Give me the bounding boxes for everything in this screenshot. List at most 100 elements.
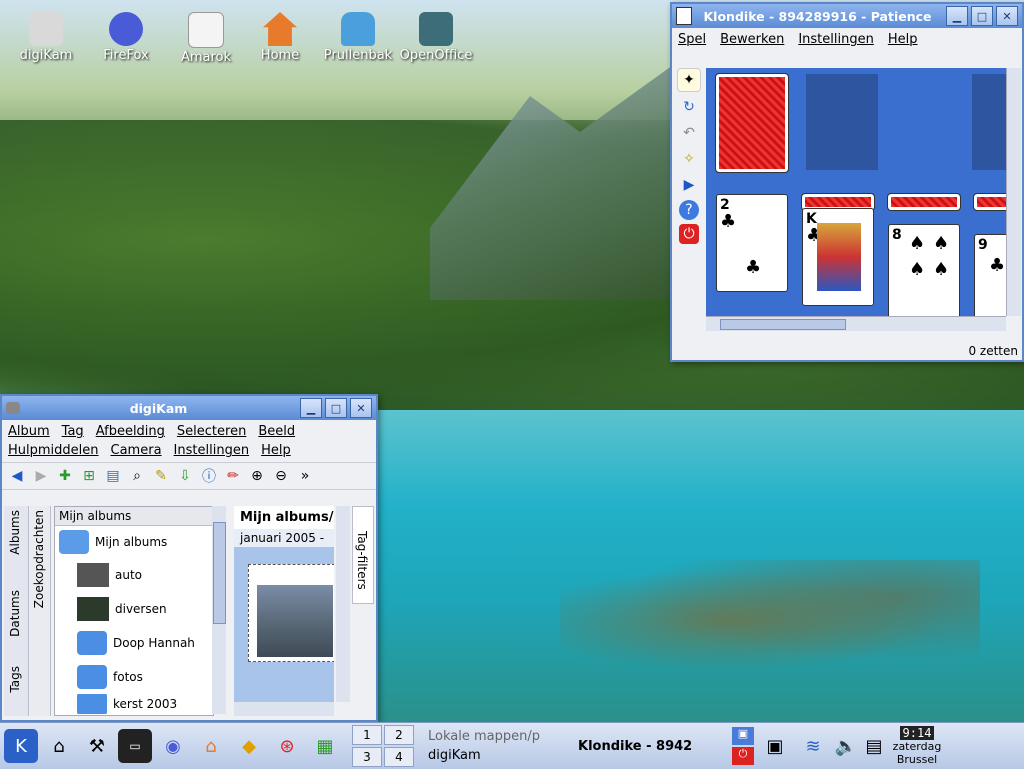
lock-screen-icon[interactable]: ▣ bbox=[732, 727, 754, 745]
tree-scrollbar[interactable] bbox=[212, 506, 226, 714]
hint-wand-icon[interactable]: ✧ bbox=[678, 148, 700, 170]
help-icon[interactable]: ? bbox=[679, 200, 699, 220]
desktop-icon-trash[interactable]: Prullenbak bbox=[318, 12, 398, 63]
calculator-icon[interactable]: ▦ bbox=[308, 729, 342, 763]
play-icon[interactable]: ▶ bbox=[678, 174, 700, 196]
help-lifebuoy-icon[interactable]: ⊛ bbox=[270, 729, 304, 763]
logout-icon[interactable]: ⏻ bbox=[732, 747, 754, 765]
task-lokale-mappen[interactable]: Lokale mappen/p bbox=[422, 727, 572, 746]
network-tray-icon[interactable]: ≋ bbox=[796, 729, 830, 763]
firefox-icon[interactable]: ◉ bbox=[156, 729, 190, 763]
tab-datums[interactable]: Datums bbox=[8, 590, 22, 637]
quit-icon[interactable]: ⏻ bbox=[679, 224, 699, 244]
list-item[interactable]: auto bbox=[55, 558, 213, 592]
card-9-clubs[interactable]: 9 ♣ bbox=[974, 234, 1006, 316]
menu-instellingen[interactable]: Instellingen bbox=[174, 443, 250, 458]
tab-zoekopdrachten[interactable]: Zoekopdrachten bbox=[32, 510, 46, 608]
tree-root[interactable]: Mijn albums bbox=[55, 526, 213, 558]
tree-scroll-thumb[interactable] bbox=[213, 522, 226, 624]
desktop-icon-amarok[interactable]: Amarok bbox=[166, 12, 246, 65]
menu-tag[interactable]: Tag bbox=[62, 424, 84, 439]
menu-selecteren[interactable]: Selecteren bbox=[177, 424, 246, 439]
desktop-icon-digikam[interactable]: digiKam bbox=[6, 12, 86, 63]
menu-spel[interactable]: Spel bbox=[678, 32, 706, 47]
new-game-icon[interactable]: ✦ bbox=[677, 68, 701, 92]
task-klondike[interactable]: Klondike - 8942 bbox=[572, 737, 728, 756]
desktop-icon[interactable]: ⌂ bbox=[42, 729, 76, 763]
desktop-icon-openoffice[interactable]: OpenOffice bbox=[396, 12, 476, 63]
list-item[interactable]: Doop Hannah bbox=[55, 626, 213, 660]
menu-help[interactable]: Help bbox=[888, 32, 918, 47]
list-item[interactable]: diversen bbox=[55, 592, 213, 626]
tools-icon[interactable]: ⚒ bbox=[80, 729, 114, 763]
search-icon[interactable]: ⌕ bbox=[126, 465, 148, 487]
tag-filters-tab[interactable]: Tag-filters bbox=[352, 506, 374, 604]
foundation-slot[interactable] bbox=[972, 74, 1006, 170]
menu-album[interactable]: Album bbox=[8, 424, 50, 439]
volume-icon[interactable]: 🔈 bbox=[834, 729, 858, 763]
list-item[interactable]: fotos bbox=[55, 660, 213, 694]
maximize-button[interactable]: □ bbox=[971, 6, 993, 26]
export-icon[interactable]: ⇩ bbox=[174, 465, 196, 487]
task-digikam[interactable]: digiKam bbox=[422, 746, 572, 765]
info-icon[interactable]: ⓘ bbox=[198, 465, 220, 487]
minimize-button[interactable]: ▁ bbox=[946, 6, 968, 26]
clock[interactable]: 9:14 zaterdag Brussel bbox=[890, 726, 944, 766]
forward-icon[interactable]: ▶ bbox=[30, 465, 52, 487]
back-icon[interactable]: ◀ bbox=[6, 465, 28, 487]
digikam-titlebar[interactable]: digiKam ▁ □ ✕ bbox=[2, 396, 376, 420]
close-button[interactable]: ✕ bbox=[350, 398, 372, 418]
package-icon[interactable]: ◆ bbox=[232, 729, 266, 763]
zoom-out-icon[interactable]: ⊖ bbox=[270, 465, 292, 487]
restart-icon[interactable]: ↻ bbox=[678, 96, 700, 118]
zoom-in-icon[interactable]: ⊕ bbox=[246, 465, 268, 487]
pager-desktop-1[interactable]: 1 bbox=[352, 725, 382, 745]
maximize-button[interactable]: □ bbox=[325, 398, 347, 418]
camera-tray-icon[interactable]: ▣ bbox=[758, 729, 792, 763]
menu-afbeelding[interactable]: Afbeelding bbox=[96, 424, 165, 439]
klondike-hscrollbar[interactable] bbox=[706, 316, 1006, 331]
pager-desktop-3[interactable]: 3 bbox=[352, 747, 382, 767]
toolbar-overflow-icon[interactable]: » bbox=[294, 465, 316, 487]
home-icon[interactable]: ⌂ bbox=[194, 729, 228, 763]
new-album-icon[interactable]: ✚ bbox=[54, 465, 76, 487]
list-item[interactable]: kerst 2003 bbox=[55, 694, 213, 714]
photo-thumbnail[interactable] bbox=[257, 585, 333, 657]
pager-desktop-4[interactable]: 4 bbox=[384, 747, 414, 767]
clipboard-icon[interactable]: ▤ bbox=[862, 729, 886, 763]
hscroll-thumb[interactable] bbox=[720, 319, 846, 330]
klondike-title: Klondike - 894289916 - Patience bbox=[703, 8, 932, 24]
kde-menu-icon[interactable]: K bbox=[4, 729, 38, 763]
desktop-icon-home[interactable]: Home bbox=[240, 12, 320, 63]
menu-instellingen[interactable]: Instellingen bbox=[798, 32, 874, 47]
klondike-titlebar[interactable]: Klondike - 894289916 - Patience ▁ □ ✕ bbox=[672, 4, 1022, 28]
close-button[interactable]: ✕ bbox=[996, 6, 1018, 26]
waste-slot[interactable] bbox=[806, 74, 878, 170]
edit-image-icon[interactable]: ✎ bbox=[150, 465, 172, 487]
preview-hscrollbar[interactable] bbox=[234, 702, 334, 716]
image-thumbnail-frame[interactable] bbox=[248, 564, 334, 662]
pencil-icon[interactable]: ✏ bbox=[222, 465, 244, 487]
menu-beeld[interactable]: Beeld bbox=[258, 424, 295, 439]
terminal-icon[interactable]: ▭ bbox=[118, 729, 152, 763]
menu-bewerken[interactable]: Bewerken bbox=[720, 32, 784, 47]
menu-help[interactable]: Help bbox=[261, 443, 291, 458]
desktop-icon-firefox[interactable]: FireFox bbox=[86, 12, 166, 63]
menu-camera[interactable]: Camera bbox=[111, 443, 162, 458]
tree-header[interactable]: Mijn albums bbox=[55, 507, 213, 526]
undo-icon[interactable]: ↶ bbox=[678, 122, 700, 144]
desktop-pager: 1 2 3 4 bbox=[352, 725, 414, 767]
album-properties-icon[interactable]: ▤ bbox=[102, 465, 124, 487]
stock-pile[interactable] bbox=[715, 73, 789, 173]
preview-vscrollbar[interactable] bbox=[336, 506, 350, 702]
pager-desktop-2[interactable]: 2 bbox=[384, 725, 414, 745]
klondike-vscrollbar[interactable] bbox=[1006, 68, 1021, 316]
menu-hulpmiddelen[interactable]: Hulpmiddelen bbox=[8, 443, 99, 458]
tab-tags[interactable]: Tags bbox=[8, 666, 22, 693]
card-2-clubs[interactable]: 2 ♣ ♣ bbox=[716, 194, 788, 292]
minimize-button[interactable]: ▁ bbox=[300, 398, 322, 418]
add-images-icon[interactable]: ⊞ bbox=[78, 465, 100, 487]
card-king-clubs[interactable]: K ♣ bbox=[802, 208, 874, 306]
tab-albums[interactable]: Albums bbox=[8, 510, 22, 555]
card-8-spades[interactable]: 8 ♠ ♠ ♠ ♠ bbox=[888, 224, 960, 316]
